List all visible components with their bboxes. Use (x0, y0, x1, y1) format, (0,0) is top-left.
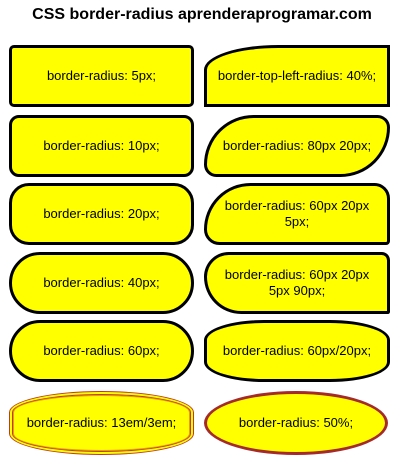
demo-box-radius-40px: border-radius: 40px; (9, 252, 194, 314)
demo-box-radius-80px-20px: border-radius: 80px 20px; (204, 115, 390, 177)
demo-box-radius-5px: border-radius: 5px; (9, 45, 194, 107)
demo-box-radius-60px-20px-5px-90px: border-radius: 60px 20px 5px 90px; (204, 252, 390, 314)
demo-box-radius-60px: border-radius: 60px; (9, 320, 194, 382)
box-label: border-radius: 20px; (43, 206, 160, 221)
demo-box-radius-60px-slash-20px: border-radius: 60px/20px; (204, 320, 390, 382)
box-label: border-top-left-radius: 40%; (217, 68, 377, 83)
demo-box-radius-13em-slash-3em: border-radius: 13em/3em; (9, 391, 194, 455)
box-label: border-radius: 60px/20px; (222, 343, 372, 358)
box-label: border-radius: 10px; (43, 138, 160, 153)
box-label: border-radius: 60px 20px 5px; (224, 198, 370, 229)
box-label: border-radius: 5px; (46, 68, 157, 83)
demo-box-radius-50pct: border-radius: 50%; (204, 391, 388, 455)
box-label: border-radius: 13em/3em; (26, 415, 177, 430)
demo-box-radius-10px: border-radius: 10px; (9, 115, 194, 177)
page-title: CSS border-radius aprenderaprogramar.com (32, 6, 372, 23)
demo-box-radius-60px-20px-5px: border-radius: 60px 20px 5px; (204, 183, 390, 245)
box-label: border-radius: 50%; (238, 415, 354, 430)
demo-box-top-left-radius-40pct: border-top-left-radius: 40%; (204, 45, 390, 107)
box-label: border-radius: 40px; (43, 275, 160, 290)
demo-box-radius-20px: border-radius: 20px; (9, 183, 194, 245)
box-label: border-radius: 80px 20px; (222, 138, 372, 153)
box-label: border-radius: 60px; (43, 343, 160, 358)
box-label: border-radius: 60px 20px 5px 90px; (224, 267, 370, 298)
